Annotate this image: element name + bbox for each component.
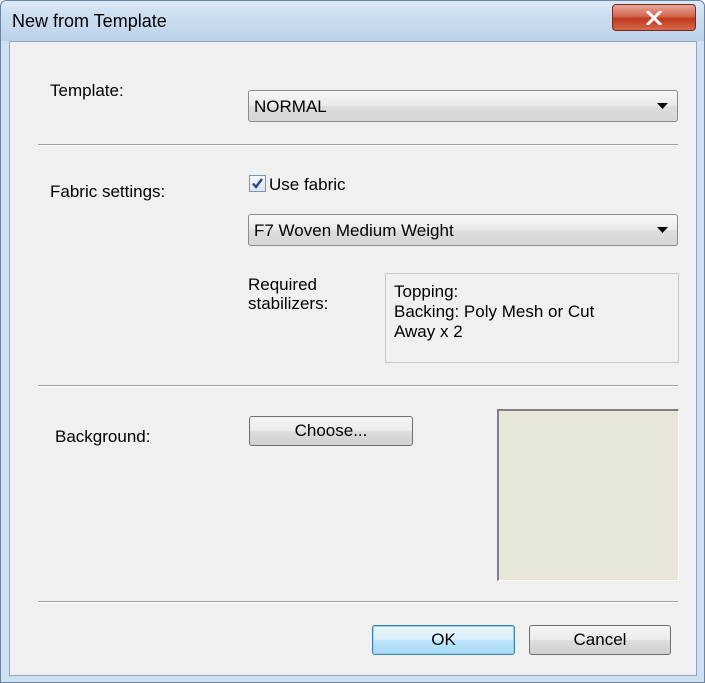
fabric-dropdown[interactable]: F7 Woven Medium Weight — [248, 214, 678, 246]
close-button[interactable] — [612, 4, 696, 31]
stabilizers-info-box: Topping: Backing: Poly Mesh or Cut Away … — [385, 273, 679, 363]
background-label: Background: — [55, 427, 151, 446]
choose-background-button[interactable]: Choose... — [249, 416, 413, 446]
fabric-dropdown-value: F7 Woven Medium Weight — [254, 221, 454, 240]
dialog-body: Template: NORMAL Fabric settings: Use fa… — [9, 41, 697, 676]
background-color-swatch — [497, 409, 679, 581]
template-label: Template: — [50, 81, 124, 100]
required-stabilizers-label: Required stabilizers: — [248, 275, 329, 313]
separator — [38, 144, 678, 146]
title-bar[interactable]: New from Template — [1, 1, 704, 41]
template-dropdown[interactable]: NORMAL — [248, 90, 678, 122]
dialog-window: New from Template Template: NORMAL Fabri… — [0, 0, 705, 683]
dialog-title: New from Template — [12, 11, 167, 31]
template-dropdown-value: NORMAL — [254, 97, 327, 116]
separator — [38, 601, 678, 603]
fabric-settings-label: Fabric settings: — [50, 182, 166, 201]
separator — [38, 385, 678, 387]
chevron-down-icon — [657, 227, 668, 233]
close-icon — [646, 10, 662, 25]
use-fabric-label[interactable]: Use fabric — [269, 175, 346, 195]
checkmark-icon — [252, 178, 263, 189]
stabilizers-text: Topping: Backing: Poly Mesh or Cut Away … — [394, 282, 595, 341]
ok-button[interactable]: OK — [372, 625, 515, 655]
cancel-button[interactable]: Cancel — [529, 625, 671, 655]
chevron-down-icon — [657, 103, 668, 109]
use-fabric-checkbox[interactable] — [249, 175, 266, 192]
